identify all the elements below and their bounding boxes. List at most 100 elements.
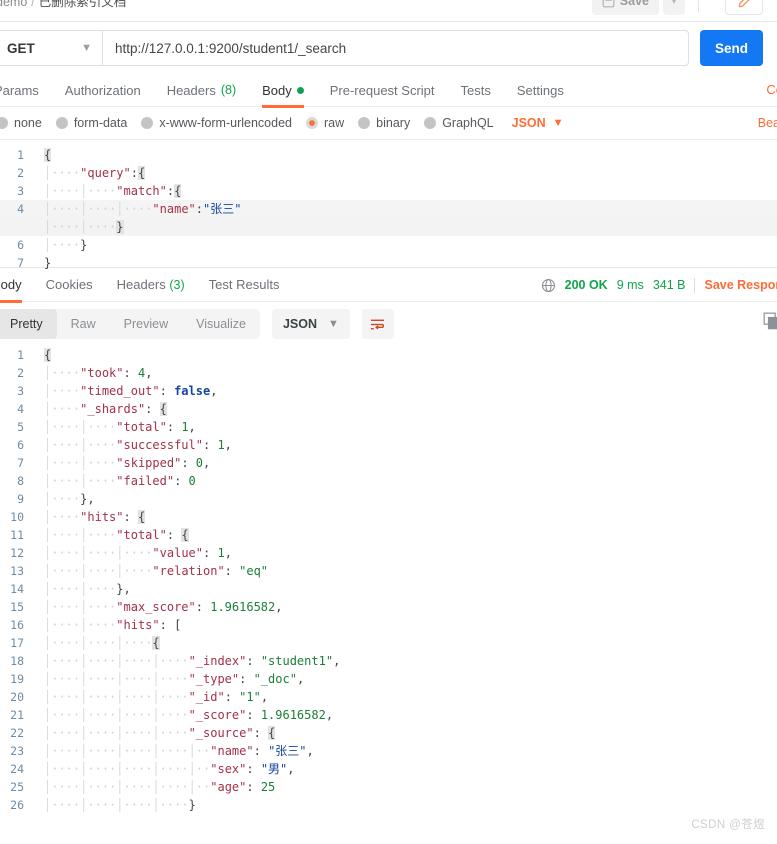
- code-line: 6 │····}: [0, 236, 777, 254]
- view-mode-pretty[interactable]: Pretty: [0, 309, 57, 339]
- request-language-select[interactable]: JSON ▼: [512, 116, 564, 130]
- response-tab-cookies[interactable]: Cookies: [34, 268, 105, 302]
- code-line: 15 │····│····"max_score": 1.9616582,: [0, 598, 777, 616]
- body-type-urlencoded[interactable]: x-www-form-urlencoded: [141, 116, 292, 130]
- code-line: 7 │····│····"skipped": 0,: [0, 454, 777, 472]
- response-body-viewer[interactable]: 1{ 2 │····"took": 4, 3 │····"timed_out": f…: [0, 342, 777, 814]
- tab-tests[interactable]: Tests: [448, 74, 504, 107]
- line-number: 3: [17, 384, 24, 398]
- code-line: 17 │····│····│····{: [0, 634, 777, 652]
- code-line: 16 │····│····"hits": [: [0, 616, 777, 634]
- tab-label: Params: [0, 82, 39, 98]
- http-method-select[interactable]: GET ▼: [0, 30, 102, 66]
- copy-response-button[interactable]: [763, 312, 777, 330]
- body-type-graphql[interactable]: GraphQL: [424, 116, 494, 130]
- code-line: 12 │····│····│····"value": 1,: [0, 544, 777, 562]
- code-line: 9 │····},: [0, 490, 777, 508]
- tab-pre-request-script[interactable]: Pre-request Script: [317, 74, 448, 107]
- breadcrumb: demo / 已删除索引文档: [0, 0, 126, 10]
- chevron-down-icon: ▼: [552, 117, 564, 129]
- code-line: 10 │····"hits": {: [0, 508, 777, 526]
- line-number: 23: [10, 744, 24, 758]
- line-number: 12: [10, 546, 24, 560]
- request-body-editor[interactable]: 1{ 2 │····"query":{ 3 │····│····"match":{ …: [0, 139, 777, 270]
- line-number: 26: [10, 798, 24, 812]
- code-line: 8 │····│····"failed": 0: [0, 472, 777, 490]
- top-breadcrumb-bar: demo / 已删除索引文档 Save ▾: [0, 0, 777, 22]
- view-mode-preview[interactable]: Preview: [110, 309, 182, 339]
- code-line: 2 │····"query":{: [0, 164, 777, 182]
- body-type-label: x-www-form-urlencoded: [159, 116, 292, 130]
- view-mode-visualize[interactable]: Visualize: [182, 309, 260, 339]
- save-button[interactable]: Save: [591, 0, 659, 15]
- code-line: 19 │····│····│····│····"_type": "_doc",: [0, 670, 777, 688]
- line-number: 8: [17, 474, 24, 488]
- tab-headers[interactable]: Headers (8): [154, 74, 249, 107]
- view-mode-raw[interactable]: Raw: [57, 309, 110, 339]
- http-method-value: GET: [7, 40, 35, 56]
- line-number: 18: [10, 654, 24, 668]
- edit-button[interactable]: [725, 0, 763, 15]
- send-button[interactable]: Send: [700, 30, 763, 66]
- code-line: 3 │····│····"match":{: [0, 182, 777, 200]
- code-line: 1{: [0, 346, 777, 364]
- body-type-none[interactable]: none: [0, 116, 42, 130]
- line-number: 25: [10, 780, 24, 794]
- tab-settings[interactable]: Settings: [504, 74, 577, 107]
- body-type-form-data[interactable]: form-data: [55, 116, 128, 130]
- save-response-button[interactable]: Save Respon: [704, 278, 777, 292]
- response-view-toolbar: Pretty Raw Preview Visualize JSON ▼: [0, 302, 777, 342]
- line-number: 15: [10, 600, 24, 614]
- save-button-label: Save: [619, 0, 649, 8]
- response-tab-test-results[interactable]: Test Results: [197, 268, 292, 302]
- line-number: 9: [17, 492, 24, 506]
- line-number: 24: [10, 762, 24, 776]
- radio-icon: [55, 117, 68, 129]
- line-number: 16: [10, 618, 24, 632]
- line-number: 14: [10, 582, 24, 596]
- body-type-label: form-data: [73, 116, 128, 130]
- tab-params[interactable]: Params: [0, 74, 52, 107]
- response-tab-body[interactable]: Body: [0, 268, 34, 303]
- line-number: 13: [10, 564, 24, 578]
- code-line: 18 │····│····│····│····"_index": "student…: [0, 652, 777, 670]
- wrap-text-button[interactable]: [361, 309, 394, 339]
- code-line: 26 │····│····│····│····}: [0, 796, 777, 814]
- response-tab-headers[interactable]: Headers (3): [105, 268, 197, 302]
- pencil-icon: [738, 0, 749, 7]
- line-number: 1: [17, 348, 24, 362]
- breadcrumb-request-name[interactable]: 已删除索引文档: [39, 0, 127, 9]
- save-options-button[interactable]: ▾: [663, 0, 685, 15]
- response-language-value: JSON: [282, 317, 317, 331]
- tab-authorization[interactable]: Authorization: [52, 74, 154, 107]
- status-code: 200 OK: [564, 278, 608, 292]
- code-line: 6 │····│····"successful": 1,: [0, 436, 777, 454]
- body-type-binary[interactable]: binary: [358, 116, 410, 130]
- response-tab-bar: Body Cookies Headers (3) Test Results 20…: [0, 268, 777, 303]
- code-line: 24 │····│····│····│····│··"sex": "男",: [0, 760, 777, 778]
- url-input[interactable]: http://127.0.0.1:9200/student1/_search: [102, 30, 689, 66]
- globe-icon[interactable]: [541, 278, 556, 293]
- breadcrumb-collection[interactable]: demo: [0, 0, 27, 9]
- response-language-select[interactable]: JSON ▼: [271, 309, 350, 339]
- beautify-link[interactable]: Bea: [758, 116, 777, 130]
- request-language-value: JSON: [511, 116, 546, 130]
- tab-label: Authorization: [64, 82, 141, 98]
- code-line: 21 │····│····│····│····"_score": 1.961658…: [0, 706, 777, 724]
- toolbar-divider: [698, 0, 699, 12]
- tab-label: Headers: [166, 82, 216, 98]
- cookies-link[interactable]: Co: [766, 82, 777, 97]
- radio-icon: [358, 117, 371, 129]
- tab-label: Body: [0, 277, 22, 292]
- line-number: 10: [10, 510, 24, 524]
- tab-body[interactable]: Body: [249, 74, 317, 108]
- line-number: 19: [10, 672, 24, 686]
- tab-label: Settings: [516, 82, 564, 98]
- code-line: 4 │····"_shards": {: [0, 400, 777, 418]
- body-type-label: none: [14, 116, 42, 130]
- line-number: 20: [10, 690, 24, 704]
- response-time: 9 ms: [616, 278, 644, 292]
- view-mode-label: Raw: [70, 317, 96, 331]
- body-type-raw[interactable]: raw: [306, 116, 344, 130]
- tab-label: Test Results: [208, 277, 280, 292]
